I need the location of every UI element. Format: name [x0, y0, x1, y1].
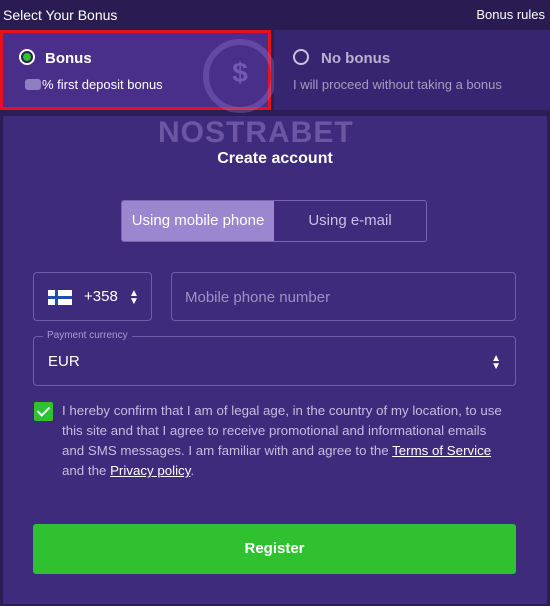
chevron-up-down-icon: ▲ ▼ [129, 288, 139, 307]
bonus-header-title: Select Your Bonus [3, 7, 118, 23]
country-dial-code: +358 [84, 288, 118, 305]
bonus-option-title: Bonus [45, 50, 92, 67]
create-account-form: NOSTRABET Create account Using mobile ph… [3, 116, 547, 604]
bonus-header: Select Your Bonus Bonus rules [0, 0, 550, 30]
country-code-select[interactable]: +358 ▲ ▼ [33, 272, 152, 321]
consent-checkbox[interactable] [34, 402, 53, 421]
dollar-coin-icon [203, 39, 277, 113]
radio-unchecked-icon[interactable] [293, 49, 309, 65]
blurred-percentage [25, 79, 41, 90]
phone-number-placeholder: Mobile phone number [185, 289, 331, 306]
nostrabet-watermark: NOSTRABET [158, 116, 354, 149]
form-title: Create account [217, 150, 333, 167]
register-button[interactable]: Register [33, 524, 516, 574]
bonus-option-card[interactable]: Bonus % first deposit bonus [0, 30, 277, 113]
phone-number-input[interactable]: Mobile phone number [171, 272, 516, 321]
tab-email[interactable]: Using e-mail [274, 201, 426, 241]
registration-method-toggle: Using mobile phone Using e-mail [121, 200, 427, 242]
privacy-policy-link[interactable]: Privacy policy [110, 463, 190, 478]
finland-flag-icon [48, 290, 72, 305]
bonus-rules-link[interactable]: Bonus rules [476, 7, 545, 22]
no-bonus-option-title: No bonus [321, 50, 391, 67]
payment-currency-label: Payment currency [43, 330, 132, 341]
bonus-option-subtitle-text: % first deposit bonus [42, 77, 163, 92]
radio-checked-icon[interactable] [19, 49, 35, 65]
payment-currency-select[interactable]: Payment currency EUR ▲ ▼ [33, 330, 516, 386]
no-bonus-option-card[interactable]: No bonus I will proceed without taking a… [274, 30, 550, 110]
no-bonus-option-subtitle: I will proceed without taking a bonus [293, 77, 502, 92]
payment-currency-value: EUR [48, 353, 80, 370]
consent-text-and: and the [62, 463, 111, 478]
consent-text: I hereby confirm that I am of legal age,… [62, 401, 508, 481]
chevron-up-down-icon: ▲ ▼ [491, 353, 501, 372]
consent-text-end: . [190, 463, 195, 478]
bonus-option-subtitle: % first deposit bonus [25, 77, 163, 92]
tab-mobile-phone[interactable]: Using mobile phone [122, 201, 274, 241]
terms-of-service-link[interactable]: Terms of Service [392, 443, 491, 458]
